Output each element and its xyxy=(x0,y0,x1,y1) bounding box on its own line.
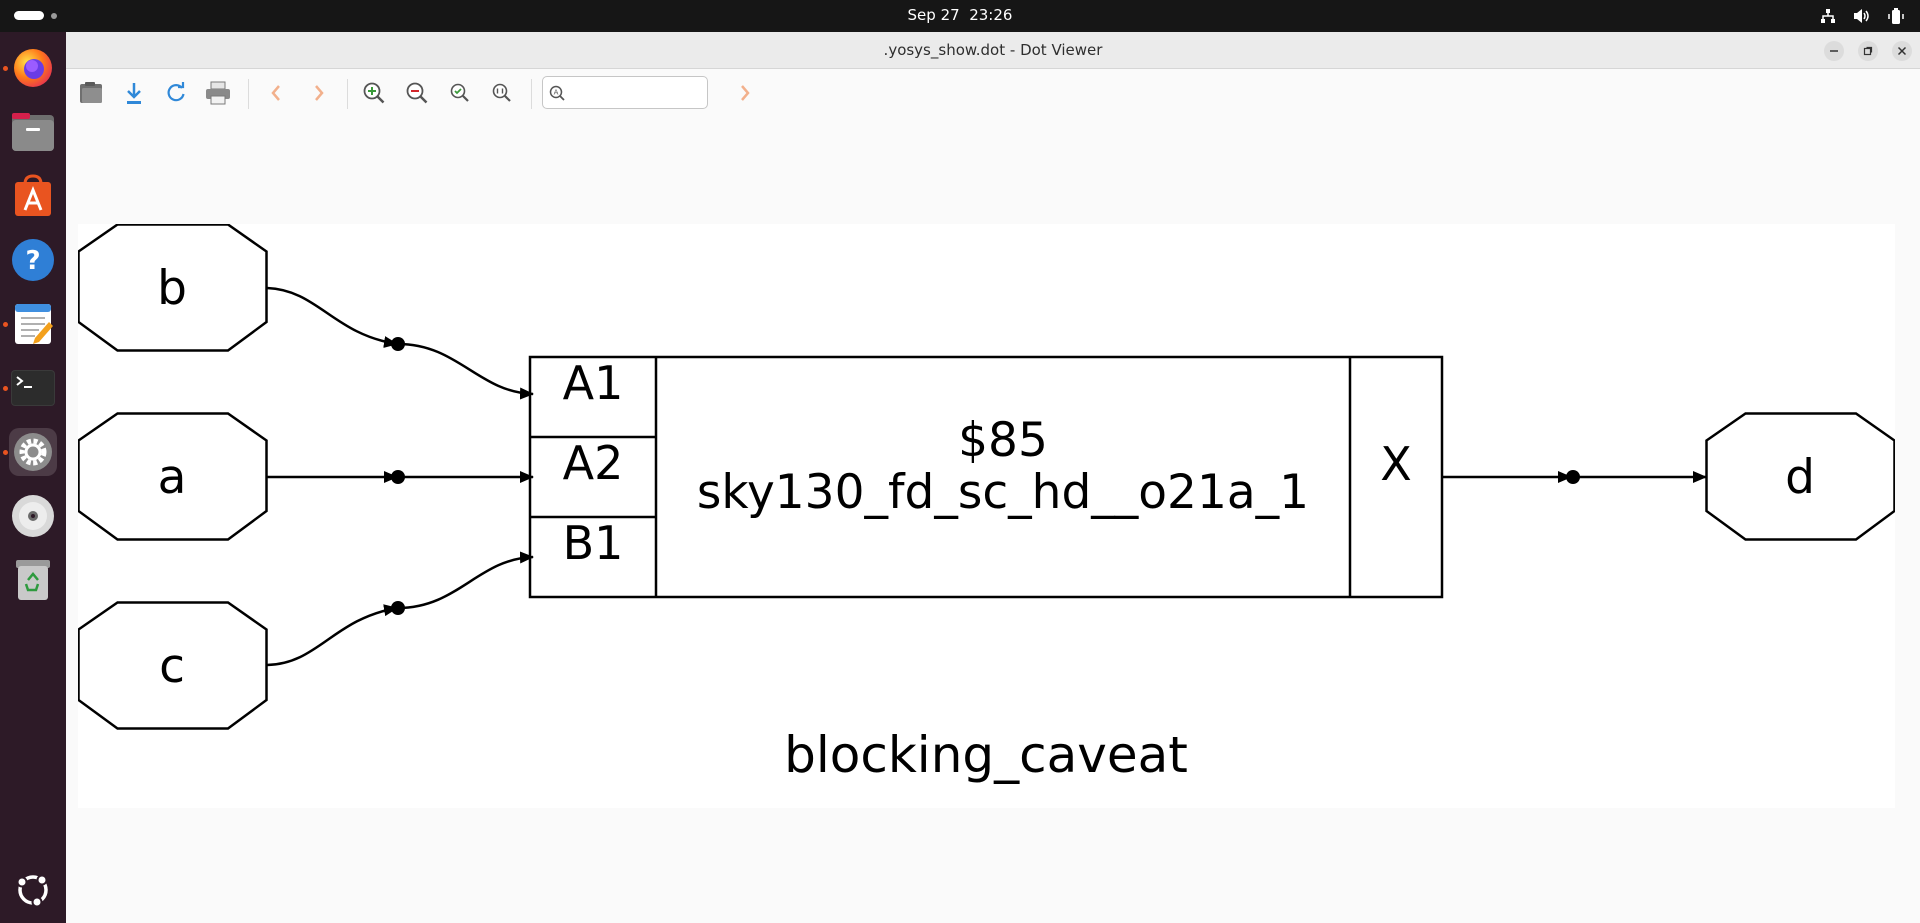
save-download-icon xyxy=(127,83,141,104)
window-title: .yosys_show.dot - Dot Viewer xyxy=(883,41,1103,59)
graph-canvas[interactable]: b a c A1 A2 B1 $85 sky130_fd_sc_hd__o21a… xyxy=(77,223,1896,808)
clock: Sep 27 23:26 xyxy=(0,0,1920,32)
toolbar: A xyxy=(66,69,1920,123)
printer-icon xyxy=(206,81,230,105)
forward-button[interactable] xyxy=(302,76,336,110)
find-icon: A xyxy=(549,85,565,101)
port-label-b1: B1 xyxy=(563,516,624,570)
running-indicator xyxy=(3,322,8,327)
node-label: c xyxy=(159,639,185,694)
print-button[interactable] xyxy=(201,76,235,110)
search-box[interactable]: A xyxy=(542,76,708,109)
clock-button[interactable]: Sep 27 23:26 xyxy=(908,6,1013,24)
dock-item-settings[interactable] xyxy=(9,428,57,476)
files-icon xyxy=(12,113,54,151)
running-indicator xyxy=(3,450,8,455)
dock-item-firefox[interactable] xyxy=(9,44,57,92)
settings-icon xyxy=(14,433,52,471)
disc-icon xyxy=(12,495,54,537)
network-icon[interactable] xyxy=(1818,6,1838,26)
clock-date: Sep 27 xyxy=(907,6,960,24)
zoom-in-button[interactable] xyxy=(357,76,391,110)
reload-button[interactable] xyxy=(159,76,193,110)
chevron-left-icon xyxy=(271,85,280,101)
top-bar: Sep 27 23:26 xyxy=(0,0,1920,32)
open-folder-icon xyxy=(80,82,102,103)
dock: ? xyxy=(0,32,66,923)
chevron-right-icon xyxy=(315,85,324,101)
cell-type: sky130_fd_sc_hd__o21a_1 xyxy=(697,465,1309,520)
trash-icon xyxy=(16,560,50,600)
zoom-out-button[interactable] xyxy=(400,76,434,110)
find-next-button[interactable] xyxy=(728,76,762,110)
title-bar[interactable]: .yosys_show.dot - Dot Viewer xyxy=(66,32,1920,69)
clock-time: 23:26 xyxy=(969,6,1013,24)
dock-item-show-apps[interactable] xyxy=(9,866,57,914)
open-button[interactable] xyxy=(74,76,108,110)
dock-item-trash[interactable] xyxy=(9,556,57,604)
dock-item-app-center[interactable] xyxy=(9,172,57,220)
workspace-indicator-active xyxy=(14,11,44,20)
svg-text:A: A xyxy=(554,89,559,97)
firefox-icon xyxy=(14,49,52,87)
help-icon: ? xyxy=(12,239,54,281)
dock-item-terminal[interactable] xyxy=(9,364,57,412)
zoom-out-icon xyxy=(406,82,428,104)
toolbar-separator xyxy=(347,79,348,109)
port-label-x: X xyxy=(1380,437,1412,491)
running-indicator xyxy=(3,66,8,71)
graph-caption: blocking_caveat xyxy=(784,726,1188,784)
node-label: a xyxy=(158,450,187,505)
dock-item-help[interactable]: ? xyxy=(9,236,57,284)
cell-id: $85 xyxy=(958,413,1048,468)
system-tray[interactable] xyxy=(1818,6,1906,26)
search-input[interactable] xyxy=(571,81,705,106)
workspace-indicator-dot xyxy=(51,13,57,19)
dock-item-files[interactable] xyxy=(9,108,57,156)
minimize-icon xyxy=(1830,50,1838,52)
zoom-100-button[interactable] xyxy=(485,76,519,110)
dock-item-text-editor[interactable] xyxy=(9,300,57,348)
node-label: d xyxy=(1785,450,1815,505)
node-label: b xyxy=(157,261,187,316)
zoom-fit-icon xyxy=(450,83,469,102)
text-editor-icon xyxy=(15,304,53,344)
close-icon xyxy=(1897,46,1907,56)
battery-icon[interactable] xyxy=(1886,6,1906,26)
zoom-original-icon xyxy=(492,83,511,102)
toolbar-separator xyxy=(531,79,532,109)
activities-indicator[interactable] xyxy=(14,11,57,21)
dock-item-disc[interactable] xyxy=(9,492,57,540)
app-center-icon xyxy=(15,174,51,216)
close-button[interactable] xyxy=(1892,41,1912,61)
minimize-button[interactable] xyxy=(1824,41,1844,61)
restore-icon xyxy=(1863,46,1873,56)
ubuntu-logo-icon xyxy=(16,874,48,908)
save-button[interactable] xyxy=(117,76,151,110)
zoom-fit-button[interactable] xyxy=(443,76,477,110)
running-indicator xyxy=(3,386,8,391)
maximize-button[interactable] xyxy=(1858,41,1878,61)
back-button[interactable] xyxy=(259,76,293,110)
port-label-a2: A2 xyxy=(563,436,624,490)
svg-text:?: ? xyxy=(25,246,40,276)
toolbar-separator xyxy=(248,79,249,109)
dot-graph: b a c A1 A2 B1 $85 sky130_fd_sc_hd__o21a… xyxy=(77,223,1896,808)
reload-icon xyxy=(167,82,185,102)
terminal-icon xyxy=(11,370,55,406)
zoom-in-icon xyxy=(363,82,385,104)
chevron-right-icon xyxy=(741,85,750,101)
volume-icon[interactable] xyxy=(1852,6,1872,26)
port-label-a1: A1 xyxy=(563,356,624,410)
